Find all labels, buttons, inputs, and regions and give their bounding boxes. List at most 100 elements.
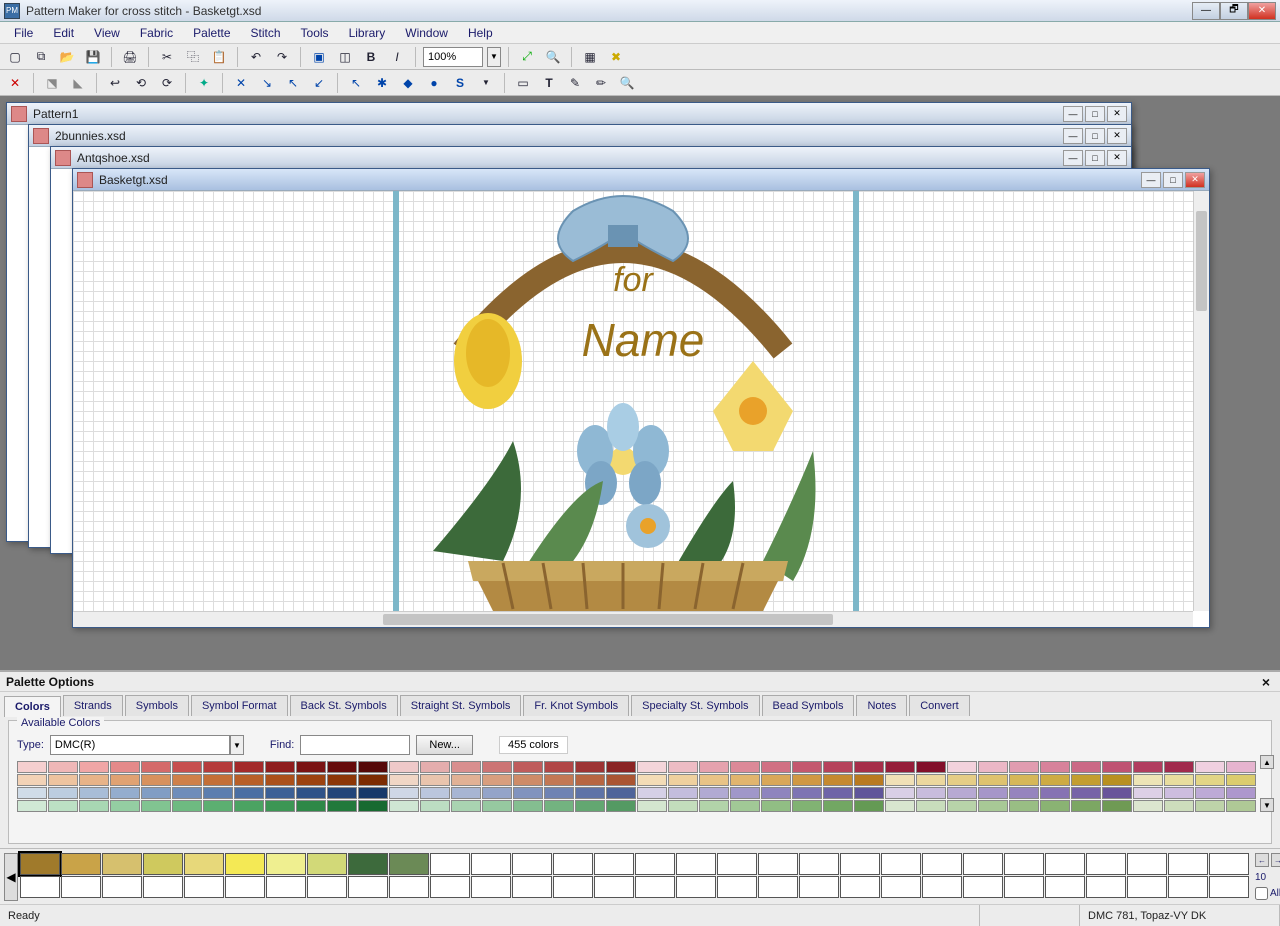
- color-swatch[interactable]: [1226, 787, 1256, 799]
- restore-button[interactable]: 🗗: [1220, 2, 1248, 20]
- color-swatch[interactable]: [420, 787, 450, 799]
- color-swatch[interactable]: [1164, 800, 1194, 812]
- color-swatch[interactable]: [234, 774, 264, 786]
- used-color-cell[interactable]: [717, 876, 757, 898]
- circle-icon[interactable]: ●: [423, 72, 445, 94]
- used-color-cell[interactable]: [61, 853, 101, 875]
- color-swatch[interactable]: [730, 787, 760, 799]
- color-swatch[interactable]: [327, 761, 357, 773]
- color-swatch[interactable]: [668, 774, 698, 786]
- color-swatch[interactable]: [978, 787, 1008, 799]
- color-swatch[interactable]: [1102, 774, 1132, 786]
- palette-scroll-left[interactable]: ◀: [4, 853, 18, 901]
- color-swatch[interactable]: [916, 761, 946, 773]
- text-icon[interactable]: T: [538, 72, 560, 94]
- menu-stitch[interactable]: Stitch: [241, 23, 291, 43]
- color-swatch[interactable]: [265, 800, 295, 812]
- color-swatch[interactable]: [761, 774, 791, 786]
- color-swatch[interactable]: [1195, 774, 1225, 786]
- doc-minimize-button[interactable]: —: [1141, 172, 1161, 188]
- color-swatch[interactable]: [420, 774, 450, 786]
- used-color-cell[interactable]: [1127, 853, 1167, 875]
- used-color-cell[interactable]: [676, 853, 716, 875]
- color-swatch[interactable]: [172, 800, 202, 812]
- used-color-cell[interactable]: [1045, 853, 1085, 875]
- color-swatch[interactable]: [482, 800, 512, 812]
- color-swatch[interactable]: [389, 774, 419, 786]
- color-swatch[interactable]: [792, 800, 822, 812]
- used-color-cell[interactable]: [184, 853, 224, 875]
- color-swatch[interactable]: [575, 774, 605, 786]
- italic-icon[interactable]: I: [386, 46, 408, 68]
- color-swatch[interactable]: [1164, 774, 1194, 786]
- color-swatch[interactable]: [792, 761, 822, 773]
- scroll-up-icon[interactable]: ▲: [1260, 755, 1274, 769]
- used-color-cell[interactable]: [676, 876, 716, 898]
- color-swatch[interactable]: [668, 800, 698, 812]
- color-swatch[interactable]: [296, 774, 326, 786]
- color-swatch[interactable]: [606, 774, 636, 786]
- scroll-left-icon[interactable]: ←: [1255, 853, 1269, 867]
- find-input[interactable]: [300, 735, 410, 755]
- used-color-cell[interactable]: [799, 853, 839, 875]
- color-swatch[interactable]: [296, 761, 326, 773]
- used-color-cell[interactable]: [717, 853, 757, 875]
- color-swatch[interactable]: [1102, 787, 1132, 799]
- color-swatch[interactable]: [17, 787, 47, 799]
- color-swatch[interactable]: [1133, 761, 1163, 773]
- color-swatch[interactable]: [265, 787, 295, 799]
- palette-tab-symbols[interactable]: Symbols: [125, 695, 189, 716]
- doc-minimize-button[interactable]: —: [1063, 106, 1083, 122]
- color-swatch[interactable]: [885, 787, 915, 799]
- scroll-right-icon[interactable]: →: [1271, 853, 1280, 867]
- color-swatch[interactable]: [1009, 774, 1039, 786]
- used-color-cell[interactable]: [389, 876, 429, 898]
- used-color-cell[interactable]: [881, 853, 921, 875]
- color-swatch[interactable]: [451, 800, 481, 812]
- new-icon[interactable]: ▢: [4, 46, 26, 68]
- cut-icon[interactable]: ✂: [156, 46, 178, 68]
- color-swatch[interactable]: [420, 761, 450, 773]
- color-swatch[interactable]: [358, 761, 388, 773]
- line1-icon[interactable]: ✕: [230, 72, 252, 94]
- color-swatch[interactable]: [48, 761, 78, 773]
- minimize-button[interactable]: —: [1192, 2, 1220, 20]
- used-color-cell[interactable]: [20, 853, 60, 875]
- full-stitch-icon[interactable]: ✕: [4, 72, 26, 94]
- doc-close-button[interactable]: ✕: [1107, 128, 1127, 144]
- used-color-cell[interactable]: [1086, 853, 1126, 875]
- used-color-cell[interactable]: [963, 876, 1003, 898]
- paste-icon[interactable]: 📋: [208, 46, 230, 68]
- undo-icon[interactable]: ↶: [245, 46, 267, 68]
- color-swatch[interactable]: [854, 800, 884, 812]
- used-color-cell[interactable]: [881, 876, 921, 898]
- print-icon[interactable]: 🖨: [119, 46, 141, 68]
- used-color-cell[interactable]: [758, 853, 798, 875]
- color-swatch[interactable]: [482, 774, 512, 786]
- used-color-cell[interactable]: [512, 876, 552, 898]
- doc-maximize-button[interactable]: □: [1085, 150, 1105, 166]
- palette-tab-back-st-symbols[interactable]: Back St. Symbols: [290, 695, 398, 716]
- doc-maximize-button[interactable]: □: [1163, 172, 1183, 188]
- save-icon[interactable]: 💾: [82, 46, 104, 68]
- color-swatch[interactable]: [358, 774, 388, 786]
- color-swatch[interactable]: [327, 774, 357, 786]
- color-swatch[interactable]: [1071, 761, 1101, 773]
- color-swatch[interactable]: [947, 800, 977, 812]
- color-swatch[interactable]: [544, 787, 574, 799]
- used-color-cell[interactable]: [512, 853, 552, 875]
- palette-tab-specialty-st-symbols[interactable]: Specialty St. Symbols: [631, 695, 759, 716]
- color-swatch[interactable]: [79, 787, 109, 799]
- palette-tab-bead-symbols[interactable]: Bead Symbols: [762, 695, 855, 716]
- used-color-cell[interactable]: [635, 876, 675, 898]
- copy-icon[interactable]: ⿻: [182, 46, 204, 68]
- color-swatch[interactable]: [575, 787, 605, 799]
- type-select[interactable]: [50, 735, 230, 755]
- used-color-cell[interactable]: [266, 876, 306, 898]
- color-swatch[interactable]: [172, 761, 202, 773]
- rotate-cw-icon[interactable]: ⟳: [156, 72, 178, 94]
- color-swatch[interactable]: [823, 774, 853, 786]
- color-swatch[interactable]: [48, 774, 78, 786]
- color-swatch[interactable]: [885, 761, 915, 773]
- color-swatch[interactable]: [110, 761, 140, 773]
